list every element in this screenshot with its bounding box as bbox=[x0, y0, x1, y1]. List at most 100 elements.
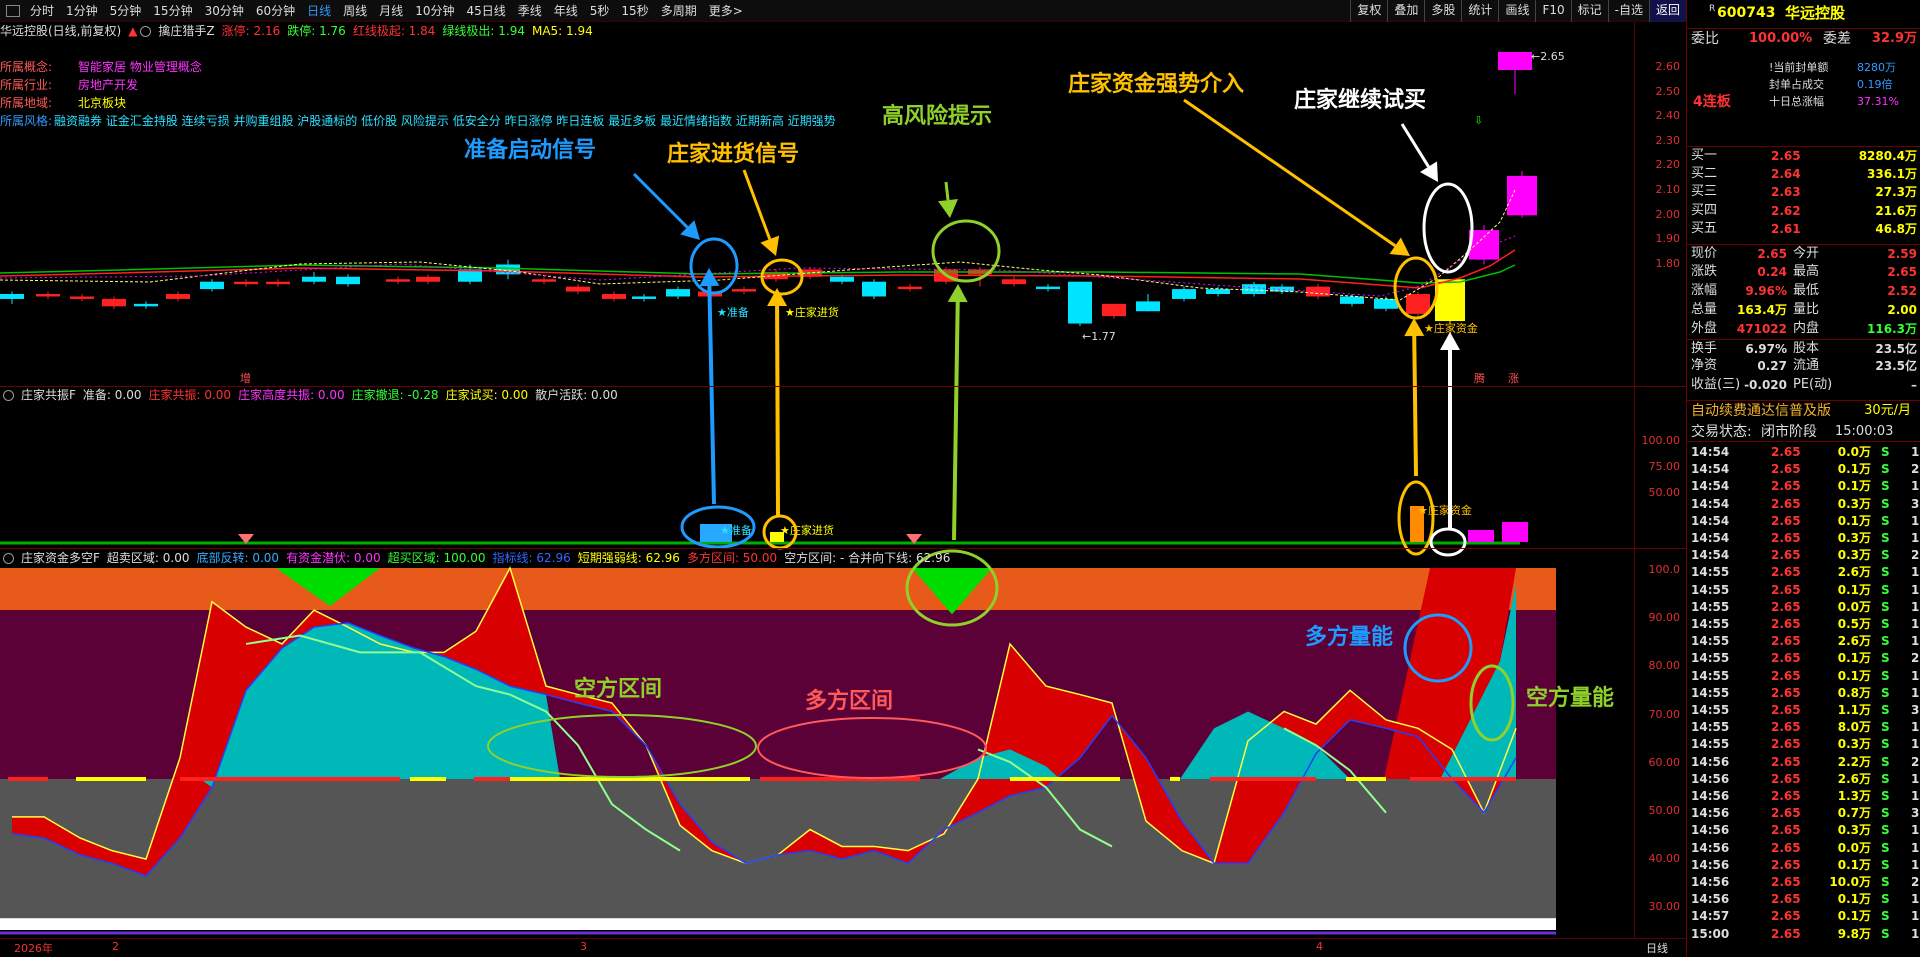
annotation-duoqujian: 多方区间 bbox=[805, 689, 894, 714]
indicator2-axis: 100.0 90.00 80.00 70.00 60.00 50.00 40.00 30.00… bbox=[1636, 0, 1686, 957]
tick-volume: 1.3万 bbox=[1837, 789, 1871, 803]
indicator2-header: 庄家资金多空F 超卖区域: 0.00 底部反转: 0.00 有资金潜伏: 0.0… bbox=[0, 549, 957, 567]
bid-label: 买一 bbox=[1691, 148, 1718, 163]
tick-count: 1 bbox=[1911, 892, 1920, 907]
tick-volume: 10.0万 bbox=[1829, 875, 1871, 889]
tick-row: 14:56 2.65 1.3万 S 1 bbox=[1687, 788, 1920, 805]
fee-label[interactable]: 自动续费通达信普及版 bbox=[1691, 401, 1831, 421]
tick-price: 2.65 bbox=[1771, 823, 1801, 838]
ind1-jinhuo-marker: ★庄家进货 bbox=[780, 523, 834, 537]
tick-count: 2 bbox=[1911, 875, 1920, 889]
fee-price: 30元/月 bbox=[1864, 403, 1911, 418]
axis-month-2: 2 bbox=[112, 940, 119, 953]
candle-body bbox=[302, 276, 326, 282]
annotation-zhunbei: 准备启动信号 bbox=[464, 138, 597, 163]
tick-price: 2.65 bbox=[1771, 771, 1801, 786]
tick-row: 14:55 2.65 0.1万 S 1 bbox=[1687, 582, 1920, 599]
tick-volume: 8.0万 bbox=[1837, 720, 1871, 735]
tick-side: S bbox=[1881, 806, 1890, 821]
stat-value: 2.52 bbox=[1887, 283, 1917, 298]
ind2-dibu: 底部反转: 0.00 bbox=[196, 551, 280, 565]
axis-period-label[interactable]: 日线 bbox=[1646, 940, 1668, 956]
stat-value: 116.3万 bbox=[1867, 321, 1917, 336]
candle-body bbox=[1036, 286, 1060, 290]
tick-volume: 2.6万 bbox=[1837, 771, 1871, 786]
tick-row: 14:57 2.65 0.1万 S 1 bbox=[1687, 908, 1920, 925]
bid-label: 买四 bbox=[1691, 202, 1718, 218]
jinhuo-marker: ★庄家进货 bbox=[785, 305, 839, 319]
stat-label: 涨跌 bbox=[1691, 263, 1718, 279]
annotation-arrow bbox=[1400, 123, 1438, 182]
tick-count: 1 bbox=[1911, 617, 1920, 631]
tick-time: 14:54 bbox=[1691, 513, 1730, 528]
bid-price: 2.65 bbox=[1771, 149, 1801, 163]
indicator-circle-icon[interactable] bbox=[3, 389, 14, 401]
axis-month-4: 4 bbox=[1316, 940, 1323, 953]
tick-row: 14:55 2.65 0.0万 S 1 bbox=[1687, 599, 1920, 616]
bid-price: 2.62 bbox=[1771, 203, 1801, 218]
ind2-duofang: 多方区间: 50.00 bbox=[686, 551, 778, 565]
tick-side: S bbox=[1881, 651, 1890, 666]
r-mark: R bbox=[1709, 4, 1716, 14]
tick-side: S bbox=[1881, 892, 1890, 907]
tick-side: S bbox=[1881, 737, 1890, 752]
ind2-name[interactable]: 庄家资金多空F bbox=[21, 549, 100, 567]
fengdan-row-1: !当前封单额 8280万 bbox=[1687, 60, 1920, 76]
tick-count: 2 bbox=[1911, 651, 1920, 666]
tick-price: 2.65 bbox=[1771, 599, 1801, 614]
quote-panel: R 600743 华远控股 委比 100.00% 委差 32.9万 !当前封单额… bbox=[1686, 0, 1920, 957]
annotation-arrow bbox=[767, 288, 788, 516]
tick-side: S bbox=[1881, 857, 1890, 872]
tick-side: S bbox=[1881, 565, 1890, 580]
tick-volume: 0.0万 bbox=[1837, 445, 1871, 459]
tick-row: 14:55 2.65 1.1万 S 3 bbox=[1687, 702, 1920, 719]
tick-row: 14:54 2.65 0.1万 S 1 bbox=[1687, 513, 1920, 530]
bid-price: 2.63 bbox=[1771, 185, 1801, 200]
tick-count: 1 bbox=[1911, 909, 1920, 924]
candle-body bbox=[732, 289, 756, 292]
tick-count: 1 bbox=[1911, 513, 1920, 528]
tick-side: S bbox=[1881, 634, 1890, 649]
tick-time: 14:55 bbox=[1691, 599, 1730, 614]
ind2-zhibiao: 指标线: 62.96 bbox=[492, 551, 571, 565]
tick-count: 1 bbox=[1911, 599, 1920, 614]
tick-side: S bbox=[1881, 479, 1890, 494]
stat-label: 股本 bbox=[1793, 340, 1820, 356]
tick-row: 15:00 2.65 9.8万 S 1 bbox=[1687, 926, 1920, 943]
tick-price: 2.65 bbox=[1771, 531, 1801, 545]
bid-row: 买二 2.64 336.1万 bbox=[1687, 165, 1920, 183]
status-value: 闭市阶段 bbox=[1761, 424, 1817, 440]
stat-row: 涨幅 9.96% 最低 2.52 bbox=[1687, 282, 1920, 300]
tick-count: 1 bbox=[1911, 479, 1920, 494]
annotation-arrow bbox=[1440, 332, 1460, 528]
tick-price: 2.65 bbox=[1771, 926, 1801, 941]
status-label: 交易状态: bbox=[1691, 424, 1752, 440]
stat-row: 涨跌 0.24 最高 2.65 bbox=[1687, 263, 1920, 281]
tick-row: 14:56 2.65 10.0万 S 2 bbox=[1687, 874, 1920, 891]
tick-price: 2.65 bbox=[1771, 565, 1801, 580]
ind1-bar bbox=[1468, 530, 1494, 542]
tick-time: 14:56 bbox=[1691, 875, 1730, 889]
axis-year: 2026年 bbox=[14, 942, 53, 955]
indicator-circle-icon[interactable] bbox=[3, 552, 14, 564]
annotation-kongqujian: 空方区间 bbox=[574, 677, 663, 702]
tick-time: 14:56 bbox=[1691, 771, 1730, 786]
tick-side: S bbox=[1881, 789, 1890, 803]
tick-volume: 0.3万 bbox=[1837, 548, 1871, 563]
tick-price: 2.65 bbox=[1771, 857, 1801, 872]
stat-value: 2.59 bbox=[1887, 247, 1917, 261]
tick-time: 14:54 bbox=[1691, 479, 1730, 494]
tick-count: 1 bbox=[1911, 926, 1920, 941]
tick-row: 14:55 2.65 2.6万 S 1 bbox=[1687, 633, 1920, 650]
tick-count: 3 bbox=[1911, 703, 1920, 717]
ind1-shimai: 庄家试买: 0.00 bbox=[445, 388, 529, 402]
candle-body bbox=[166, 294, 190, 299]
axis-month-3: 3 bbox=[580, 940, 587, 953]
stat-value: 23.5亿 bbox=[1875, 359, 1917, 374]
annotation-jinhuo: 庄家进货信号 bbox=[667, 142, 800, 167]
annotation-circle bbox=[1422, 182, 1474, 274]
tick-side: S bbox=[1881, 445, 1890, 459]
fee-row[interactable]: 自动续费通达信普及版 30元/月 bbox=[1687, 400, 1920, 420]
ind1-name[interactable]: 庄家共振F bbox=[21, 386, 76, 404]
bid-price: 2.64 bbox=[1771, 166, 1801, 181]
